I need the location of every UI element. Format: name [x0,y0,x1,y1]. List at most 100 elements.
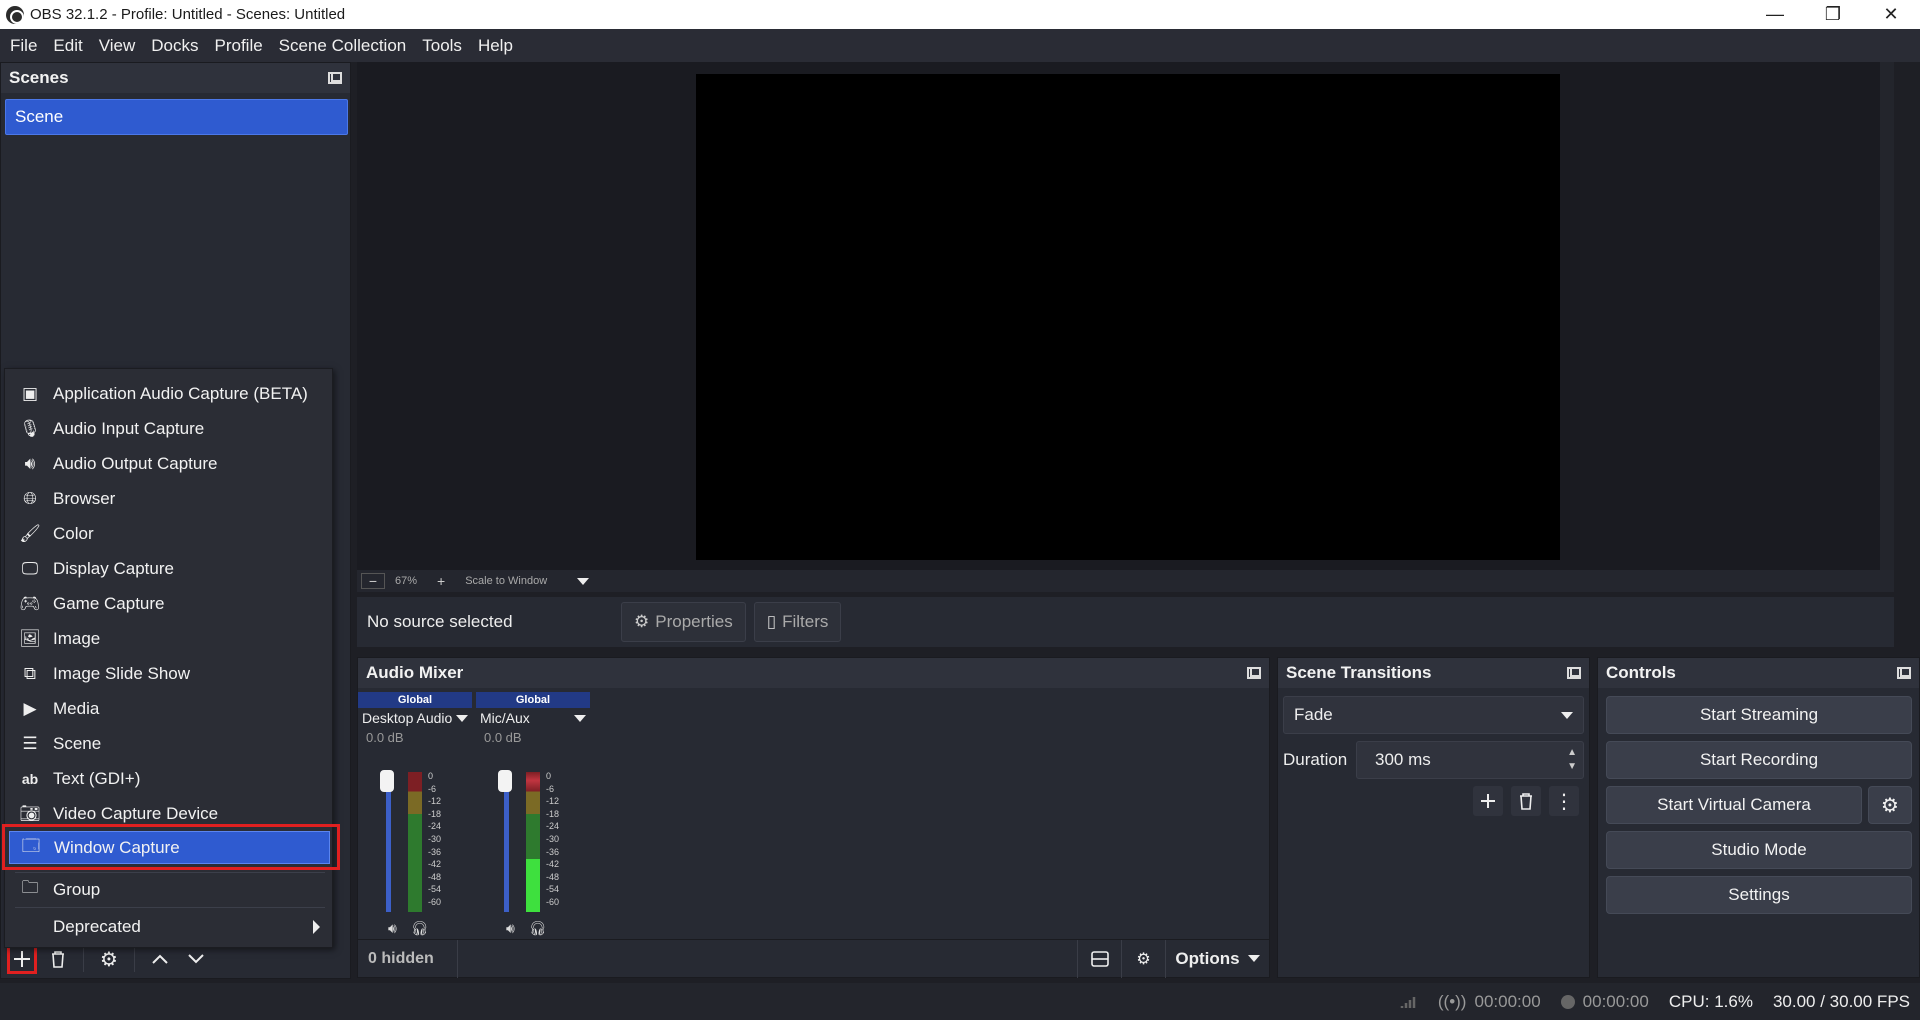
gear-icon: ⚙ [634,612,650,631]
menu-divider [15,907,325,908]
add-source-button[interactable] [7,944,37,974]
menu-item-application-audio-capture[interactable]: ▣ Application Audio Capture (BETA) [9,377,330,410]
volume-slider-handle[interactable] [498,770,512,792]
layout-toggle-button[interactable] [1077,939,1121,978]
menu-item-display-capture[interactable]: 🖵︎ Display Capture [9,552,330,585]
filters-label: Filters [782,612,829,631]
start-recording-button[interactable]: Start Recording [1606,741,1912,779]
filters-button[interactable]: ▯ Filters [753,602,842,642]
menu-item-media[interactable]: ▶ Media [9,692,330,725]
close-button[interactable]: ✕ [1862,0,1920,29]
remove-button[interactable] [43,944,73,974]
chevron-down-icon [456,714,468,722]
zoom-bar: − 67% + Scale to Window [357,570,1894,592]
start-streaming-button[interactable]: Start Streaming [1606,696,1912,734]
volume-db: 0.0 dB [484,730,522,745]
minimize-button[interactable]: — [1746,0,1804,29]
volume-slider-handle[interactable] [380,770,394,792]
chevron-up-icon [152,954,168,964]
menu-scene-collection[interactable]: Scene Collection [271,29,415,62]
menu-item-deprecated[interactable]: Deprecated [9,910,330,943]
menu-item-scene[interactable]: ☰ Scene [9,727,330,760]
brush-icon: 🖌︎ [19,523,41,543]
menu-item-group[interactable]: 🗀︎ Group [9,873,330,906]
hidden-count[interactable]: 0 hidden [358,939,458,978]
remove-transition-button[interactable] [1511,786,1541,816]
chevron-down-icon [1561,711,1573,719]
volume-slider[interactable] [386,772,391,912]
advanced-audio-button[interactable]: ⚙ [1121,939,1165,978]
preview-scrollbar[interactable] [1880,62,1894,570]
duration-spinbox[interactable]: 300 ms ▲ ▼ [1356,741,1584,779]
spin-arrows-icon[interactable]: ▲ ▼ [1567,746,1577,774]
scale-mode: Scale to Window [465,575,548,587]
channel-name[interactable]: Mic/Aux [476,708,590,728]
menu-item-color[interactable]: 🖌︎ Color [9,517,330,550]
menu-item-game-capture[interactable]: 🎮︎ Game Capture [9,587,330,620]
move-down-button[interactable] [181,944,211,974]
channel-name-label: Mic/Aux [480,710,530,726]
settings-button[interactable]: Settings [1606,876,1912,914]
monitor-off-icon[interactable]: 🎧︎ [411,920,429,937]
menu-item-image[interactable]: 🖼︎ Image [9,622,330,655]
filter-icon: ▯ [766,612,777,631]
chevron-down-icon [188,954,204,964]
meter-scale: 0 -6 -12 -18 -24 -30 -36 -42 -48 -54 -60 [428,771,442,907]
menu-item-image-slide-show[interactable]: ⧉ Image Slide Show [9,657,330,690]
menu-file[interactable]: File [2,29,45,62]
scene-transitions-dock: Scene Transitions Fade Duration 300 ms ▲… [1277,657,1590,978]
monitor-off-icon[interactable]: 🎧︎ [529,920,547,937]
volume-slider[interactable] [504,772,509,912]
options-button[interactable]: Options [1165,939,1269,978]
start-virtual-camera-button[interactable]: Start Virtual Camera [1606,786,1862,824]
record-status: 00:00:00 [1551,992,1659,1012]
source-toolbar: No source selected ⚙ Properties ▯ Filter… [357,597,1894,647]
move-up-button[interactable] [145,944,175,974]
undock-icon[interactable] [328,72,342,84]
title-bar: OBS 32.1.2 - Profile: Untitled - Scenes:… [0,0,1920,29]
studio-mode-button[interactable]: Studio Mode [1606,831,1912,869]
menu-item-audio-output-capture[interactable]: 🔊︎ Audio Output Capture [9,447,330,480]
channel-name[interactable]: Desktop Audio [358,708,472,728]
chevron-down-icon [1247,955,1260,962]
list-icon: ☰ [22,733,38,753]
gamepad-icon: 🎮︎ [19,593,41,613]
preview-area[interactable] [357,62,1894,570]
virtual-camera-settings-button[interactable]: ⚙ [1868,786,1912,824]
folder-icon: 🗀︎ [21,878,39,897]
camera-icon: 📷︎ [19,803,41,823]
menu-item-audio-input-capture[interactable]: 🎙︎ Audio Input Capture [9,412,330,445]
menu-docks[interactable]: Docks [143,29,206,62]
menu-item-browser[interactable]: 🌐︎ Browser [9,482,330,515]
restore-button[interactable]: ❐ [1804,0,1862,29]
properties-button[interactable]: ⚙ Properties [621,602,746,642]
undock-icon[interactable] [1897,667,1911,679]
menu-item-window-capture[interactable]: 🗔︎ Window Capture [9,831,330,864]
scale-mode-dropdown-icon[interactable] [577,577,590,585]
menu-help[interactable]: Help [470,29,521,62]
zoom-in-button[interactable]: + [427,573,455,589]
toolbar-divider [134,946,135,972]
layout-icon [1090,950,1109,967]
menu-edit[interactable]: Edit [45,29,90,62]
transition-menu-button[interactable]: ⋮ [1549,786,1579,816]
plus-icon [14,951,30,967]
zoom-out-button[interactable]: − [361,573,385,589]
preview-canvas[interactable] [696,74,1560,560]
menu-view[interactable]: View [91,29,144,62]
undock-icon[interactable] [1567,667,1581,679]
menu-profile[interactable]: Profile [206,29,270,62]
scene-item[interactable]: Scene [5,99,348,135]
add-transition-button[interactable] [1473,786,1503,816]
speaker-icon[interactable]: 🔊︎ [388,920,397,937]
source-properties-button[interactable]: ⚙ [94,944,124,974]
menu-tools[interactable]: Tools [414,29,470,62]
window-icon: 🗔︎ [21,836,41,855]
channel-name-label: Desktop Audio [362,710,453,726]
speaker-icon[interactable]: 🔊︎ [506,920,515,937]
mixer-footer: 0 hidden ⚙ Options [358,939,1269,978]
transition-select[interactable]: Fade [1283,696,1584,734]
undock-icon[interactable] [1247,667,1261,679]
toolbar-divider [83,946,84,972]
menu-item-text-gdi[interactable]: ab Text (GDI+) [9,762,330,795]
